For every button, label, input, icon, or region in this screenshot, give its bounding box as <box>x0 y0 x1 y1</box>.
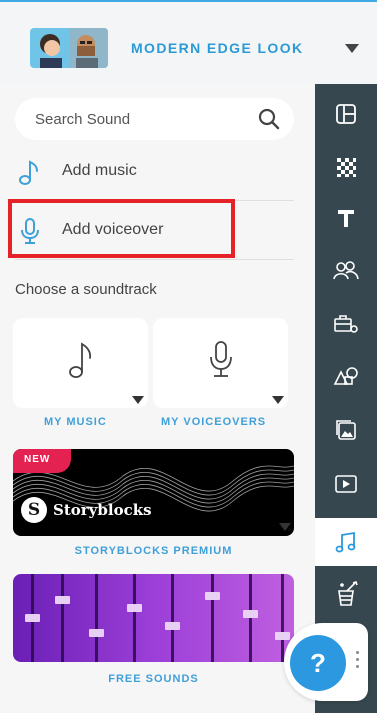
caret-down-icon[interactable] <box>345 44 359 53</box>
divider <box>15 259 294 260</box>
search-icon[interactable] <box>257 107 281 131</box>
free-sounds-label[interactable]: FREE SOUNDS <box>0 673 307 685</box>
storyblocks-premium-label[interactable]: STORYBLOCKS PREMIUM <box>0 545 307 557</box>
props-icon <box>334 315 358 333</box>
card-menu-caret-icon[interactable] <box>132 396 144 404</box>
add-music-label: Add music <box>62 162 137 179</box>
free-sounds-banner[interactable] <box>13 574 294 662</box>
text-icon <box>338 210 354 227</box>
rail-item-video[interactable] <box>315 462 377 506</box>
rail-item-shapes[interactable] <box>315 353 377 397</box>
storyblocks-logo-icon: S <box>21 497 47 523</box>
banner-menu-caret-icon[interactable] <box>279 523 291 531</box>
my-music-label[interactable]: MY MUSIC <box>44 416 107 428</box>
rail-item-images[interactable] <box>315 408 377 452</box>
team-avatar-icon[interactable] <box>30 28 108 68</box>
mixer-faders-image <box>13 574 294 662</box>
storyblocks-banner[interactable]: NEW S Storyblocks <box>13 449 294 536</box>
rail-item-characters[interactable] <box>315 248 377 292</box>
rail-item-background[interactable] <box>315 145 377 189</box>
help-widget[interactable]: ? <box>284 623 368 701</box>
card-menu-caret-icon[interactable] <box>272 396 284 404</box>
choose-soundtrack-heading: Choose a soundtrack <box>15 281 157 298</box>
shapes-icon <box>333 367 358 385</box>
project-title[interactable]: MODERN EDGE LOOK <box>131 40 304 56</box>
my-voiceovers-label[interactable]: MY VOICEOVERS <box>161 416 266 428</box>
more-options-icon[interactable] <box>356 651 360 673</box>
rail-item-effects[interactable] <box>315 572 377 616</box>
characters-icon <box>333 261 359 280</box>
help-icon[interactable]: ? <box>290 635 346 691</box>
my-music-card[interactable] <box>13 318 148 408</box>
voiceover-highlight-box <box>8 199 235 258</box>
music-note-icon <box>68 342 91 378</box>
microphone-icon <box>209 341 232 377</box>
music-icon <box>335 531 356 553</box>
layout-icon <box>336 104 356 124</box>
add-music-item[interactable]: Add music <box>15 150 294 192</box>
music-note-icon <box>19 160 38 185</box>
effects-icon <box>338 581 358 606</box>
my-voiceovers-card[interactable] <box>153 318 288 408</box>
video-icon <box>335 475 357 493</box>
search-sound-input[interactable]: Search Sound <box>15 98 294 140</box>
search-placeholder: Search Sound <box>35 111 131 128</box>
rail-item-props[interactable] <box>315 302 377 346</box>
rail-item-music[interactable] <box>315 518 377 566</box>
images-icon <box>336 420 356 440</box>
project-header: MODERN EDGE LOOK <box>0 2 377 84</box>
rail-item-layout[interactable] <box>315 92 377 136</box>
rail-item-text[interactable] <box>315 196 377 240</box>
background-pattern-icon <box>337 158 356 177</box>
storyblocks-brand: Storyblocks <box>53 501 152 519</box>
new-badge: NEW <box>13 449 71 473</box>
